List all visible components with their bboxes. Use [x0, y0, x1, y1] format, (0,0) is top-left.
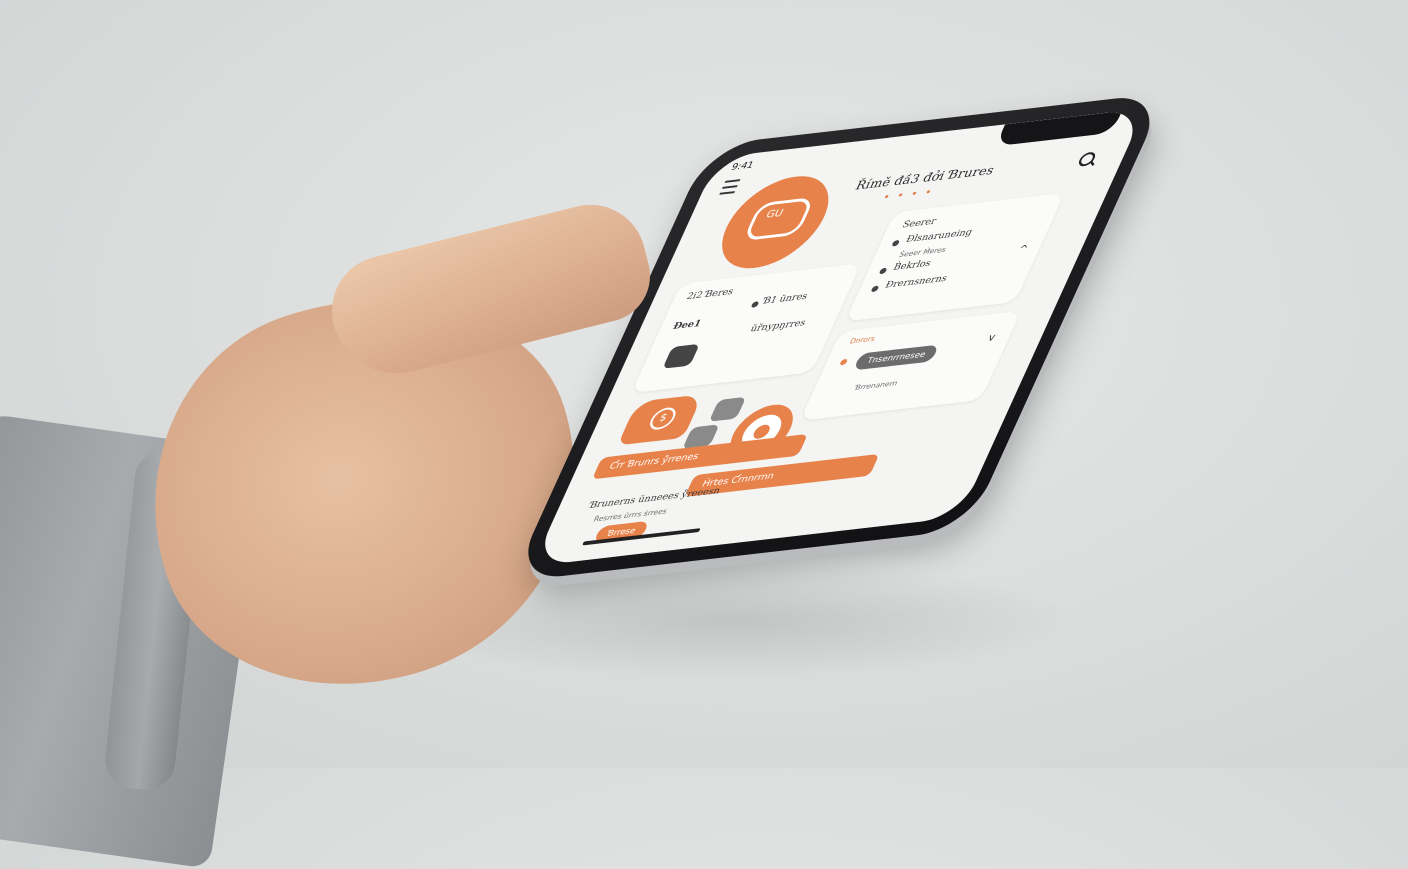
list-item: Đlsnaruneing — [903, 227, 974, 246]
card-right-mid[interactable]: Dnrors Tnsenrrnesee Ɓrrenanern v — [799, 310, 1022, 421]
list-item: Ṡeeer Ṁeres — [897, 245, 948, 260]
card-title: Seerer — [900, 216, 938, 231]
bullet-icon — [750, 301, 760, 308]
list-line: Ɓrunerns ŭnneees ẙreeesn — [587, 486, 722, 511]
bell-icon[interactable] — [708, 396, 747, 422]
card-right-top[interactable]: Seerer Đlsnaruneing Ṡeeer Ṁeres Ḃekrlos … — [845, 192, 1065, 322]
dark-pill[interactable]: Tnsenrrnesee — [852, 344, 940, 371]
chevron-down-icon[interactable]: v — [986, 332, 997, 344]
bullet-icon — [870, 285, 880, 293]
card-title: 2i2 Ɓeres — [684, 287, 736, 303]
status-time: 9:41 — [729, 160, 756, 173]
card-line: Đee1 — [670, 318, 703, 333]
chevron-up-icon[interactable]: ^ — [1016, 244, 1030, 256]
dot-icon — [839, 358, 849, 366]
photo-scene: 9:41 Římě đầ3 đởi Ɓrures • • • • GU 2i2 … — [0, 0, 1408, 869]
list-item: Đrernsnerns — [883, 273, 949, 291]
small-text: Ɓrrenanern — [853, 379, 899, 393]
card-label: Dnrors — [848, 334, 877, 346]
bullet-icon — [878, 267, 888, 275]
bullet-icon — [891, 239, 901, 247]
list-line: Ṙesrres ŭrrrs ṡrrees — [591, 507, 669, 524]
menu-icon[interactable] — [719, 179, 741, 195]
list-item: Ḃekrlos — [891, 258, 933, 273]
card-line: Ɓ1 ŭnres — [761, 291, 810, 307]
dollar-icon: $ — [646, 406, 680, 431]
key-icon — [662, 343, 700, 369]
page-indicator-dots: • • • • — [880, 186, 936, 204]
card-line: ŭřnypŋrres — [748, 318, 808, 335]
search-icon[interactable] — [1076, 151, 1098, 167]
